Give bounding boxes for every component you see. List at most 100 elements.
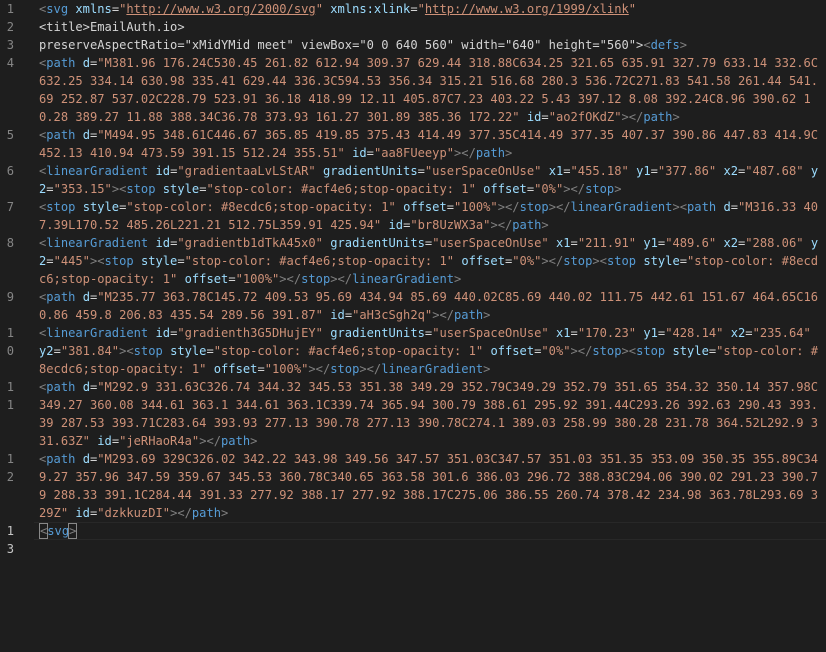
code-token: "aa8FUeeyp" [373, 146, 455, 160]
code-token: "stop-color: #8ecdc6;stop-opacity: 1" [126, 200, 396, 214]
code-token: d [723, 200, 731, 214]
code-line[interactable]: 7 <stop style="stop-color: #8ecdc6;stop-o… [0, 198, 826, 234]
code-token: " [315, 2, 323, 16]
code-editor[interactable]: 1 <svg xmlns="http://www.w3.org/2000/svg"… [0, 0, 826, 652]
code-token: = [228, 272, 236, 286]
code-token: > [483, 308, 491, 322]
code-token: style [643, 254, 680, 268]
code-token: ></ [199, 434, 222, 448]
code-token: "0%" [512, 254, 542, 268]
code-token: "211.91" [577, 236, 637, 250]
code-token: "235.64" [752, 326, 811, 340]
code-line[interactable]: 1 <svg xmlns="http://www.w3.org/2000/svg"… [0, 0, 826, 18]
code-token: offset [490, 344, 535, 358]
code-token: http://www.w3.org/2000/svg [126, 2, 316, 16]
code-token: path [475, 146, 505, 160]
code-token: = [111, 434, 120, 448]
code-line[interactable]: 4 <path d="M381.96 176.24C530.45 261.82 6… [0, 54, 826, 126]
code-token: path [221, 434, 251, 448]
code-token: path [643, 110, 673, 124]
code-token: gradientUnits [330, 236, 425, 250]
code-line[interactable]: 6 <linearGradient id="gradientaaLvLStAR" … [0, 162, 826, 198]
line-number: 4 [6, 56, 14, 70]
code-token: style [170, 344, 207, 358]
code-token: offset [403, 200, 447, 214]
code-token: path [454, 308, 484, 322]
code-token: xmlns [75, 2, 112, 16]
code-token: "stop-color: #acf4e6;stop-opacity: 1" [213, 344, 484, 358]
code-token: "jeRHaoR4a" [119, 434, 200, 448]
code-token: = [366, 146, 374, 160]
code-token: ></ [330, 272, 353, 286]
code-line[interactable]: 3 preserveAspectRatio="xMidYMid meet" vie… [0, 36, 826, 54]
code-token: stop [592, 344, 622, 358]
code-token: = [417, 164, 425, 178]
code-token: path [46, 56, 76, 70]
code-token: "428.14" [665, 326, 724, 340]
code-line[interactable]: 13 <svg> [0, 522, 826, 556]
line-number: 2 [6, 20, 14, 34]
code-token: "br8UzWX3a" [410, 218, 491, 232]
code-token: path [46, 452, 76, 466]
code-token: = [541, 110, 549, 124]
code-token: ></ [621, 110, 644, 124]
code-token: linearGradient [46, 164, 149, 178]
code-token: gradientUnits [322, 164, 418, 178]
code-token: "gradienth3G5DHujEY" [177, 326, 323, 340]
code-token: = [344, 308, 353, 322]
code-token: = [410, 2, 418, 16]
code-token: offset [461, 254, 505, 268]
code-token: y1 [643, 326, 658, 340]
code-token: " [417, 2, 425, 16]
code-line[interactable]: 2 <title>EmailAuth.io> [0, 18, 826, 36]
code-token: "gradientb1dTkA45x0" [177, 236, 323, 250]
code-token: "100%" [454, 200, 498, 214]
code-token: > [614, 182, 622, 196]
code-line[interactable]: 12 <path d="M293.69 329C326.02 342.22 343… [0, 450, 826, 522]
code-token: = [570, 236, 578, 250]
code-token: ></ [570, 344, 593, 358]
code-token: = [730, 200, 738, 214]
code-token: "gradientaaLvLStAR" [177, 164, 316, 178]
code-line[interactable]: 5 <path d="M494.95 348.61C446.67 365.85 4… [0, 126, 826, 162]
code-line[interactable]: 9 <path d="M235.77 363.78C145.72 409.53 9… [0, 288, 826, 324]
code-token: path [46, 290, 76, 304]
code-token: id [97, 434, 112, 448]
code-token: linearGradient [46, 236, 149, 250]
code-token: "dzkkuzDI" [97, 506, 171, 520]
code-token: > [505, 146, 513, 160]
code-token: linearGradient [570, 200, 673, 214]
code-token: stop [585, 182, 615, 196]
code-token: = [650, 164, 658, 178]
code-token: > [483, 362, 491, 376]
code-token: = [46, 182, 54, 196]
code-token: "0%" [534, 182, 564, 196]
code-token: "288.06" [745, 236, 804, 250]
code-token: "ao2fOKdZ" [548, 110, 622, 124]
code-line[interactable]: 10 <linearGradient id="gradienth3G5DHujEY… [0, 324, 826, 378]
code-token: y1 [636, 164, 651, 178]
line-number: 9 [6, 290, 14, 304]
current-line-highlight [34, 522, 826, 540]
code-line[interactable]: 8 <linearGradient id="gradientb1dTkA45x0"… [0, 234, 826, 288]
code-token: preserveAspectRatio="xMidYMid meet" view… [39, 38, 644, 52]
code-token: "M381.96 176.24C530.45 261.82 612.94 309… [39, 56, 819, 124]
code-token: stop [301, 272, 331, 286]
code-token: ></ [279, 272, 302, 286]
code-token: "381.84" [60, 344, 120, 358]
code-token: ></ [170, 506, 192, 520]
code-token: style [140, 254, 178, 268]
code-token: > [672, 110, 680, 124]
code-token: "stop-color: #acf4e6;stop-opacity: 1" [184, 254, 455, 268]
code-line[interactable]: 11 <path d="M292.9 331.63C326.74 344.32 3… [0, 378, 826, 450]
